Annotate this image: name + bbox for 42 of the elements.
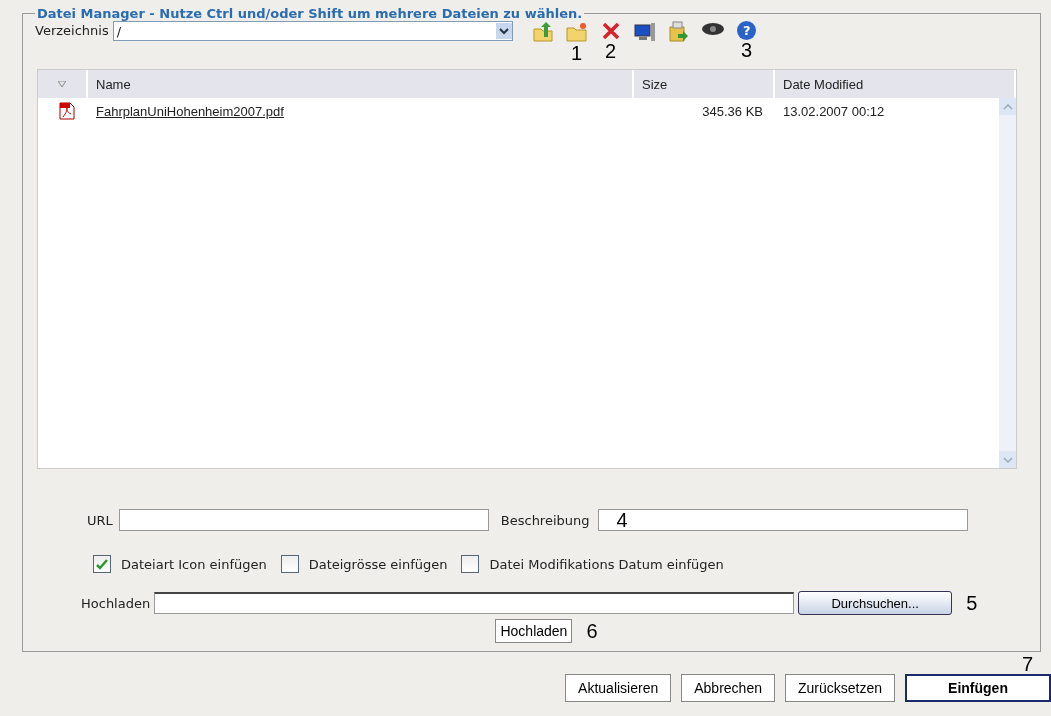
annotation-number: 3 bbox=[741, 40, 753, 60]
annotation-number: 1 bbox=[571, 43, 583, 63]
upload-button[interactable]: Hochladen bbox=[495, 619, 573, 643]
eye-icon[interactable] bbox=[700, 21, 725, 37]
url-label: URL bbox=[87, 512, 113, 528]
column-header[interactable]: Size bbox=[634, 70, 775, 98]
panel-title: Datei Manager - Nutze Ctrl und/oder Shift um mehrere Dateien zu wählen. bbox=[36, 6, 584, 21]
annotation-number: 5 bbox=[966, 593, 978, 613]
table-cell-text: 13.02.2007 00:12 bbox=[782, 103, 886, 119]
delete-icon[interactable] bbox=[600, 21, 621, 41]
dialog-button[interactable]: Aktualisieren bbox=[565, 674, 672, 702]
checkbox-label: Dateigrösse einfügen bbox=[308, 556, 448, 572]
new-folder-icon[interactable] bbox=[565, 21, 588, 43]
dialog-button[interactable]: Zurücksetzen bbox=[784, 674, 895, 702]
checkbox[interactable] bbox=[280, 555, 299, 573]
url-field[interactable] bbox=[118, 509, 489, 531]
browse-button[interactable]: Durchsuchen... bbox=[798, 591, 953, 615]
checkbox-label: Dateiart Icon einfügen bbox=[121, 556, 267, 572]
file-link[interactable]: FahrplanUniHohenheim2007.pdf bbox=[96, 103, 284, 119]
folder-up-icon[interactable] bbox=[531, 21, 554, 43]
annotation-number: 4 bbox=[616, 510, 628, 530]
upload-file-field[interactable] bbox=[154, 592, 795, 614]
checkbox[interactable] bbox=[461, 555, 480, 573]
column-header[interactable]: Name bbox=[88, 70, 634, 98]
checkbox[interactable] bbox=[93, 555, 111, 573]
upload-label: Hochladen bbox=[81, 595, 151, 611]
monitor-icon[interactable] bbox=[633, 21, 656, 43]
checkbox-label: Datei Modifikations Datum einfügen bbox=[489, 556, 724, 572]
description-label: Beschreibung bbox=[500, 512, 590, 528]
description-field[interactable]: 4 bbox=[597, 509, 968, 531]
annotation-number: 7 bbox=[1021, 654, 1033, 674]
directory-label: Verzeichnis bbox=[35, 23, 109, 38]
dialog-button[interactable]: Einfügen bbox=[905, 674, 1051, 702]
directory-select[interactable]: / bbox=[112, 21, 513, 41]
help-icon[interactable]: ? bbox=[737, 21, 757, 40]
file-export-icon[interactable] bbox=[667, 21, 690, 43]
annotation-number: 2 bbox=[605, 41, 617, 61]
dialog-button[interactable]: Abbrechen bbox=[681, 674, 775, 702]
annotation-number: 6 bbox=[586, 621, 598, 641]
table-cell-text: 345.36 KB bbox=[701, 103, 764, 119]
sort-icon bbox=[58, 81, 66, 87]
pdf-file-icon bbox=[59, 102, 75, 120]
